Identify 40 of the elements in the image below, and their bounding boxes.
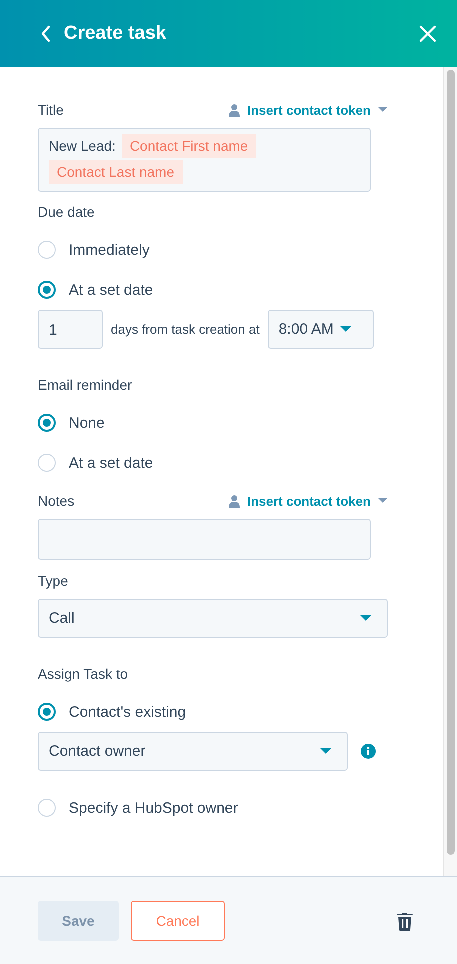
radio-label: None: [69, 414, 105, 432]
radio-label: At a set date: [69, 454, 154, 472]
close-icon[interactable]: [419, 24, 437, 42]
field-label: Notes: [38, 493, 75, 509]
caret-icon: [378, 498, 388, 504]
radio-label: Specify a HubSpot owner: [69, 800, 238, 816]
caret-icon: [360, 615, 372, 622]
back-icon[interactable]: [40, 24, 52, 42]
cancel-button[interactable]: Cancel: [131, 901, 225, 941]
radio-label: Contact's existing: [69, 704, 186, 720]
panel-title: Create task: [64, 22, 168, 44]
radio-label: Immediately: [69, 242, 150, 258]
token-chip[interactable]: Contact Last name: [49, 160, 183, 184]
field-label: Title: [38, 102, 64, 118]
field-label: Assign Task to: [38, 666, 128, 682]
scrollbar[interactable]: [443, 67, 457, 876]
days-input[interactable]: 1: [38, 310, 103, 349]
field-label: Type: [38, 573, 68, 589]
person-icon: [229, 104, 240, 116]
radio-button[interactable]: [38, 414, 56, 432]
caret-icon: [320, 748, 332, 755]
title-field[interactable]: New Lead: Contact First name Contact Last name: [38, 128, 371, 192]
field-label: Due date: [38, 204, 95, 220]
insert-token-link[interactable]: Insert contact token: [229, 494, 388, 508]
insert-token-link[interactable]: Insert contact token: [229, 102, 388, 118]
radio-button[interactable]: [38, 703, 56, 721]
caret-icon: [340, 326, 352, 333]
trash-icon[interactable]: [397, 912, 413, 932]
field-label: Email reminder: [38, 377, 132, 393]
radio-button[interactable]: [38, 281, 56, 299]
time-dropdown[interactable]: 8:00 AM: [268, 310, 374, 349]
owner-dropdown[interactable]: Contact owner: [38, 732, 348, 771]
token-chip[interactable]: Contact First name: [122, 134, 256, 158]
radio-label: At a set date: [69, 282, 154, 298]
type-dropdown[interactable]: Call: [38, 599, 388, 638]
caret-icon: [378, 107, 388, 113]
notes-field[interactable]: [38, 519, 371, 560]
info-icon[interactable]: [361, 744, 376, 759]
person-icon: [229, 494, 240, 508]
days-text: days from task creation at: [111, 322, 260, 337]
